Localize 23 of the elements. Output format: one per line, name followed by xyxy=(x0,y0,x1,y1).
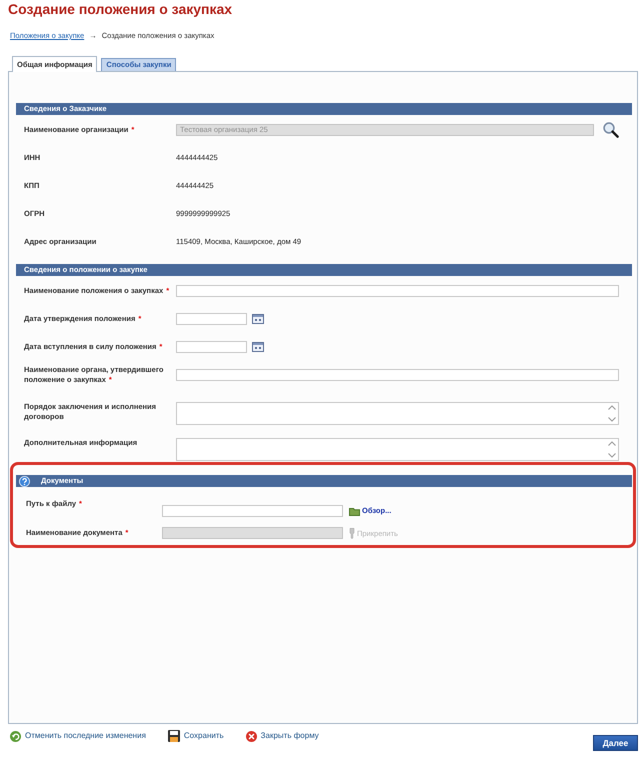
undo-icon[interactable] xyxy=(10,730,21,742)
close-form-link[interactable]: Закрыть форму xyxy=(246,730,319,742)
folder-icon[interactable] xyxy=(349,506,360,516)
date-field[interactable] xyxy=(176,341,247,353)
textarea-field[interactable] xyxy=(176,438,619,461)
file-path-field[interactable] xyxy=(162,505,343,517)
chevron-down-icon[interactable] xyxy=(608,417,616,422)
calendar-icon[interactable] xyxy=(252,342,264,352)
text-field[interactable] xyxy=(176,285,619,297)
search-icon[interactable] xyxy=(603,122,619,138)
help-icon[interactable] xyxy=(19,476,30,486)
chevron-up-icon[interactable] xyxy=(608,441,616,446)
next-button[interactable]: Далее xyxy=(593,735,638,751)
chevron-down-icon[interactable] xyxy=(608,453,616,458)
calendar-icon[interactable] xyxy=(252,314,264,324)
page-title: Создание положения о закупках xyxy=(8,1,232,17)
chevron-up-icon[interactable] xyxy=(608,405,616,410)
undo-link[interactable]: Отменить последние изменения xyxy=(10,730,146,742)
text-field[interactable] xyxy=(176,369,619,381)
save-link[interactable]: Сохранить xyxy=(168,730,224,742)
date-field[interactable] xyxy=(176,313,247,325)
close-icon[interactable] xyxy=(246,730,257,742)
textarea-field[interactable] xyxy=(176,402,619,425)
